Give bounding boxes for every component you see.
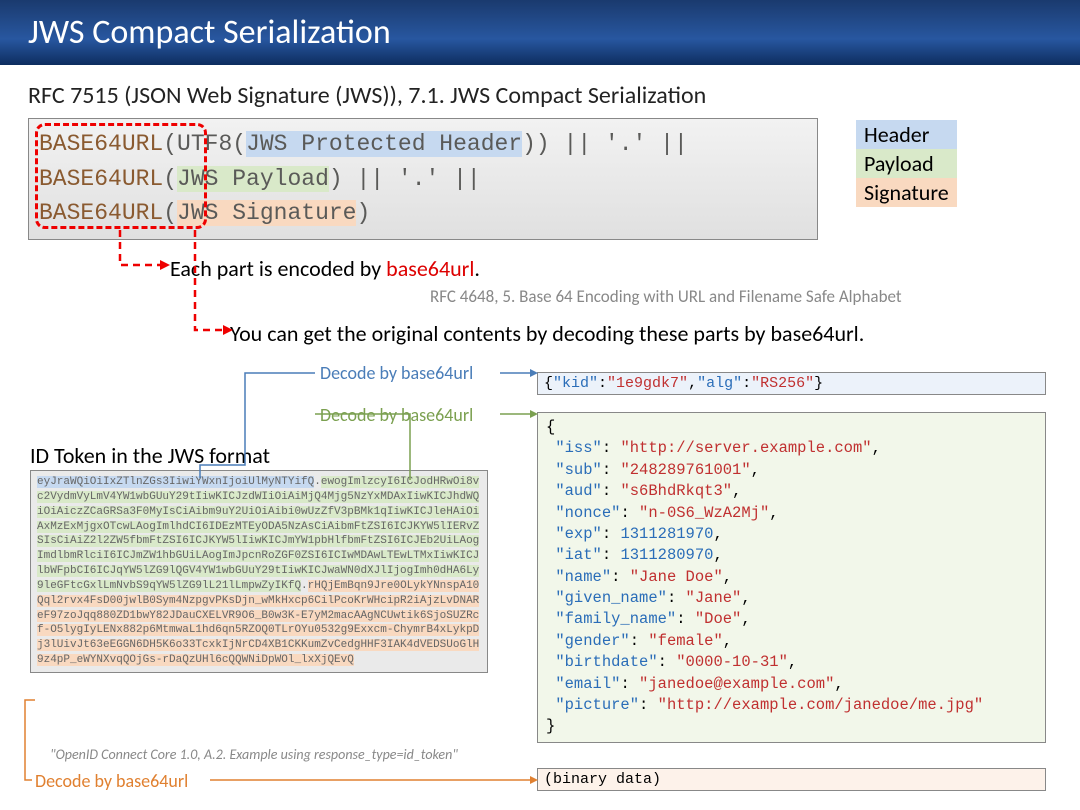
- token-payload-part: ewogImlzcyI6ICJodHRwOi8vc2VydmVyLmV4YW1w…: [37, 476, 479, 592]
- annotation-encoded-by: Each part is encoded by base64url.: [170, 255, 480, 282]
- decoded-payload-box: { "iss": "http://server.example.com", "s…: [537, 412, 1046, 743]
- family-v: "Doe": [695, 610, 742, 628]
- token-citation: "OpenID Connect Core 1.0, A.2. Example u…: [50, 746, 458, 763]
- kid-key: "kid": [553, 375, 598, 392]
- title-bar: JWS Compact Serialization: [0, 0, 1080, 65]
- exp-v: 1311281970: [620, 525, 713, 543]
- annot1c: .: [474, 255, 480, 282]
- exp-k: "exp": [555, 525, 602, 543]
- family-k: "family_name": [555, 610, 676, 628]
- legend: Header Payload Signature: [856, 120, 957, 207]
- token-signature-part: rHQjEmBqn9Jre0OLykYNnspA10Qql2rvx4FsD00j…: [37, 580, 479, 666]
- protected-header-part: JWS Protected Header: [246, 131, 522, 157]
- token-dot1: .: [314, 476, 321, 488]
- jws-token-box: eyJraWQiOiIxZTlnZGs3IiwiYWxnIjoiUlMyNTYi…: [30, 470, 488, 673]
- decode-label-header: Decode by base64url: [320, 362, 473, 384]
- token-heading: ID Token in the JWS format: [30, 442, 270, 469]
- decode-label-signature: Decode by base64url: [35, 770, 188, 792]
- name-k: "name": [555, 568, 611, 586]
- nonce-v: "n-0S6_WzA2Mj": [639, 504, 769, 522]
- token-header-part: eyJraWQiOiIxZTlnZGs3IiwiYWxnIjoiUlMyNTYi…: [37, 476, 314, 488]
- annot1b: base64url: [386, 255, 474, 282]
- l2d: || '.' ||: [343, 166, 481, 192]
- nonce-k: "nonce": [555, 504, 620, 522]
- email-k: "email": [555, 675, 620, 693]
- birth-v: "0000-10-31": [676, 653, 788, 671]
- kid-val: "1e9gdk7": [607, 375, 688, 392]
- l3c: ): [356, 200, 370, 226]
- annotation-decode: You can get the original contents by dec…: [230, 320, 864, 347]
- iat-v: 1311280970: [620, 546, 713, 564]
- iss-k: "iss": [555, 439, 602, 457]
- annot1a: Each part is encoded by: [170, 255, 386, 282]
- token-dot2: .: [301, 580, 308, 592]
- pic-v: "http://example.com/janedoe/me.jpg": [658, 696, 984, 714]
- alg-val: "RS256": [751, 375, 814, 392]
- legend-signature: Signature: [856, 178, 957, 207]
- decode-label-payload: Decode by base64url: [320, 404, 473, 426]
- rfc-4648-note: RFC 4648, 5. Base 64 Encoding with URL a…: [430, 286, 902, 307]
- rfc-heading: RFC 7515 (JSON Web Signature (JWS)), 7.1…: [28, 81, 1052, 110]
- l2c: ): [329, 166, 343, 192]
- gender-v: "female": [648, 632, 722, 650]
- alg-key: "alg": [697, 375, 742, 392]
- email-v: "janedoe@example.com": [639, 675, 834, 693]
- l1c: )): [522, 131, 550, 157]
- name-v: "Jane Doe": [630, 568, 723, 586]
- l1d: || '.' ||: [550, 131, 688, 157]
- gender-k: "gender": [555, 632, 629, 650]
- iat-k: "iat": [555, 546, 602, 564]
- given-k: "given_name": [555, 589, 667, 607]
- sub-k: "sub": [555, 461, 602, 479]
- pic-k: "picture": [555, 696, 639, 714]
- aud-v: "s6BhdRkqt3": [620, 482, 732, 500]
- iss-v: "http://server.example.com": [620, 439, 871, 457]
- birth-k: "birthdate": [555, 653, 657, 671]
- base64url-highlight-box: [35, 123, 207, 229]
- given-v: "Jane": [686, 589, 742, 607]
- sub-v: "248289761001": [620, 461, 750, 479]
- legend-payload: Payload: [856, 149, 957, 178]
- page-title: JWS Compact Serialization: [28, 12, 391, 53]
- decoded-header-box: {"kid":"1e9gdk7","alg":"RS256"}: [537, 372, 1046, 395]
- serialization-code-box: BASE64URL(UTF8(JWS Protected Header)) ||…: [28, 118, 818, 240]
- aud-k: "aud": [555, 482, 602, 500]
- decoded-signature-box: (binary data): [537, 768, 1046, 791]
- legend-header: Header: [856, 120, 957, 149]
